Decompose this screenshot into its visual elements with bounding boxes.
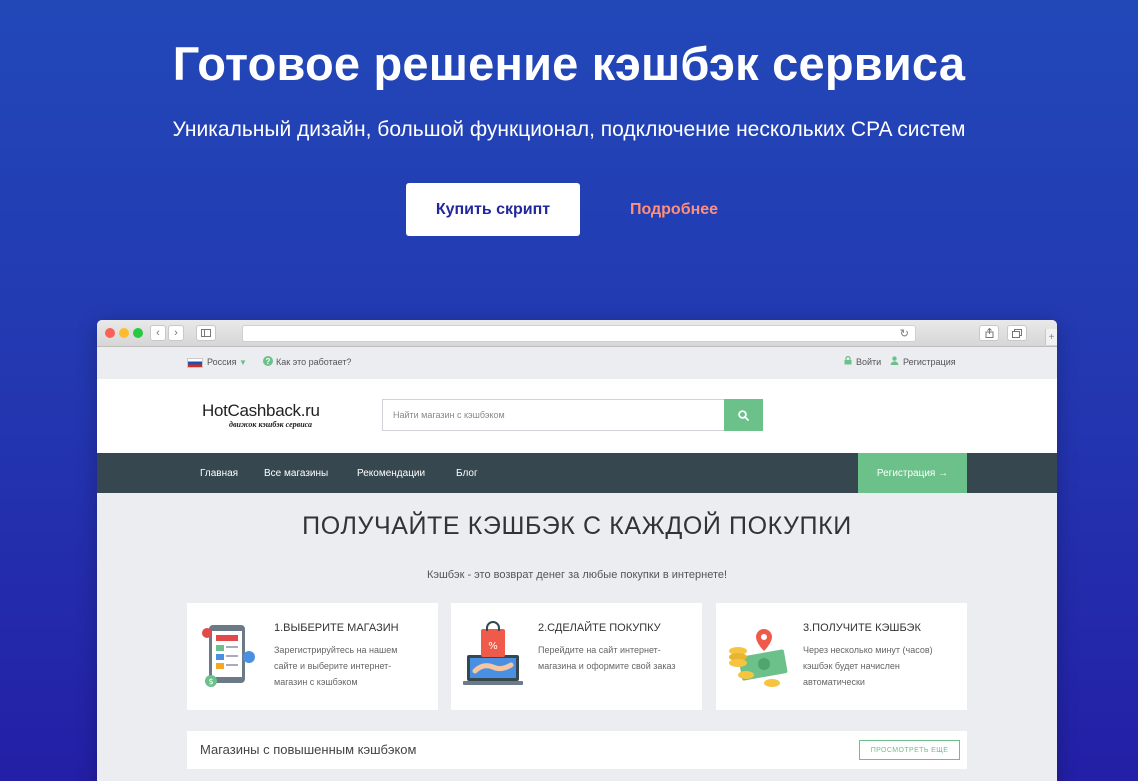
share-icon[interactable]: [979, 325, 999, 341]
featured-shops-bar: Магазины с повышенным кэшбэком ПРОСМОТРЕ…: [187, 731, 967, 769]
svg-text:%: %: [488, 641, 498, 652]
caret-down-icon: ▼: [239, 358, 247, 367]
step-text: Через несколько минут (часов) кэшбэк буд…: [803, 645, 933, 687]
site-header: HotCashback.ru движок кэшбэк сервиса Най…: [97, 379, 1057, 453]
russia-flag-icon: [187, 358, 203, 368]
nav-item-home[interactable]: Главная: [200, 468, 238, 479]
step-card-get-cashback: 3.ПОЛУЧИТЕ КЭШБЭК Через несколько минут …: [716, 603, 967, 710]
site-logo[interactable]: HotCashback.ru: [202, 401, 320, 421]
hero-title: Готовое решение кэшбэк сервиса: [172, 37, 966, 90]
register-link[interactable]: Регистрация: [903, 357, 956, 367]
see-more-button[interactable]: ПРОСМОТРЕТЬ ЕЩЕ: [859, 740, 960, 760]
reload-icon[interactable]: ↻: [900, 327, 909, 340]
address-bar[interactable]: ↻: [242, 325, 916, 342]
tabs-icon[interactable]: [1007, 325, 1027, 341]
laptop-bag-icon: %: [463, 621, 523, 685]
region-label: Россия: [207, 357, 237, 367]
step-card-choose-shop: $ 1.ВЫБЕРИТЕ МАГАЗИН Зарегистрируйтесь н…: [187, 603, 438, 710]
money-coins-icon: [729, 629, 788, 687]
featured-shops-title: Магазины с повышенным кэшбэком: [200, 742, 417, 757]
new-tab-icon[interactable]: +: [1045, 329, 1057, 345]
tablet-cart-icon: $: [202, 625, 255, 687]
forward-arrow-icon[interactable]: ›: [168, 325, 184, 341]
close-window-button[interactable]: [105, 328, 115, 338]
maximize-window-button[interactable]: [133, 328, 143, 338]
step-text: Зарегистрируйтесь на нашем сайте и выбер…: [274, 645, 398, 687]
how-it-works-link[interactable]: Как это работает?: [276, 357, 351, 367]
search-placeholder: Найти магазин с кэшбэком: [393, 410, 505, 420]
shop-search-input[interactable]: Найти магазин с кэшбэком: [382, 399, 725, 431]
nav-register-button[interactable]: Регистрация →: [858, 453, 967, 493]
nav-item-blog[interactable]: Блог: [456, 468, 478, 479]
promo-title: ПОЛУЧАЙТЕ КЭШБЭК С КАЖДОЙ ПОКУПКИ: [302, 512, 852, 540]
step-title: 2.СДЕЛАЙТЕ ПОКУПКУ: [538, 622, 661, 634]
sidebar-toggle-icon[interactable]: [196, 325, 216, 341]
question-icon: ?: [263, 356, 273, 366]
search-icon: [738, 409, 749, 421]
step-text: Перейдите на сайт интернет-магазина и оф…: [538, 645, 676, 671]
logo-tagline: движок кэшбэк сервиса: [229, 420, 313, 429]
browser-window: ‹ › ↻ + Россия ▼ ? Как это работает? Вой…: [97, 320, 1057, 781]
back-arrow-icon[interactable]: ‹: [150, 325, 166, 341]
step-title: 1.ВЫБЕРИТЕ МАГАЗИН: [274, 622, 399, 634]
region-selector[interactable]: Россия ▼: [207, 357, 247, 367]
user-icon: [890, 356, 899, 367]
browser-chrome: ‹ › ↻ +: [97, 320, 1057, 347]
search-button[interactable]: [724, 399, 763, 431]
lock-icon: [844, 355, 852, 367]
svg-text:$: $: [208, 677, 213, 686]
step-card-make-purchase: % 2.СДЕЛАЙТЕ ПОКУПКУ Перейдите на сайт и…: [451, 603, 702, 710]
minimize-window-button[interactable]: [119, 328, 129, 338]
site-topbar: Россия ▼ ? Как это работает? Войти Регис…: [97, 347, 1057, 379]
buy-script-button[interactable]: Купить скрипт: [406, 183, 580, 236]
nav-item-recommendations[interactable]: Рекомендации: [357, 468, 425, 479]
more-link[interactable]: Подробнее: [612, 183, 736, 236]
hero-subtitle: Уникальный дизайн, большой функционал, п…: [172, 118, 966, 141]
step-title: 3.ПОЛУЧИТЕ КЭШБЭК: [803, 622, 921, 634]
nav-item-all-shops[interactable]: Все магазины: [264, 468, 328, 479]
promo-subtitle: Кэшбэк - это возврат денег за любые поку…: [426, 569, 728, 581]
main-nav: Главная Все магазины Рекомендации Блог Р…: [97, 453, 1057, 493]
login-link[interactable]: Войти: [856, 357, 881, 367]
